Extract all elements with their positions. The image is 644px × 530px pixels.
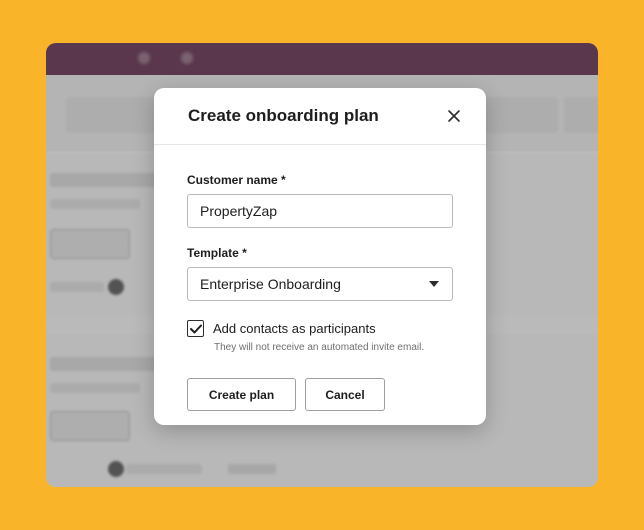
- cancel-button[interactable]: Cancel: [305, 378, 385, 411]
- invite-helper-text: They will not receive an automated invit…: [214, 342, 425, 353]
- dialog-title: Create onboarding plan: [188, 106, 379, 125]
- dialog-header: Create onboarding plan: [154, 88, 486, 145]
- caret-down-icon: [429, 281, 439, 287]
- close-icon: [448, 110, 460, 122]
- customer-name-input[interactable]: [187, 194, 453, 228]
- template-select[interactable]: Enterprise Onboarding: [187, 267, 453, 301]
- add-contacts-row: Add contacts as participants: [187, 320, 453, 337]
- dialog-actions: Create plan Cancel: [187, 378, 453, 411]
- add-contacts-checkbox[interactable]: [187, 320, 204, 337]
- close-button[interactable]: [444, 106, 464, 126]
- create-plan-button[interactable]: Create plan: [187, 378, 296, 411]
- add-contacts-label[interactable]: Add contacts as participants: [213, 321, 376, 336]
- template-label: Template *: [187, 246, 247, 260]
- dialog-body: Customer name * Template * Enterprise On…: [154, 173, 486, 411]
- checkmark-icon: [189, 324, 202, 333]
- template-selected-value: Enterprise Onboarding: [200, 276, 341, 292]
- create-plan-dialog: Create onboarding plan Customer name * T…: [154, 88, 486, 425]
- customer-name-label: Customer name *: [187, 173, 286, 187]
